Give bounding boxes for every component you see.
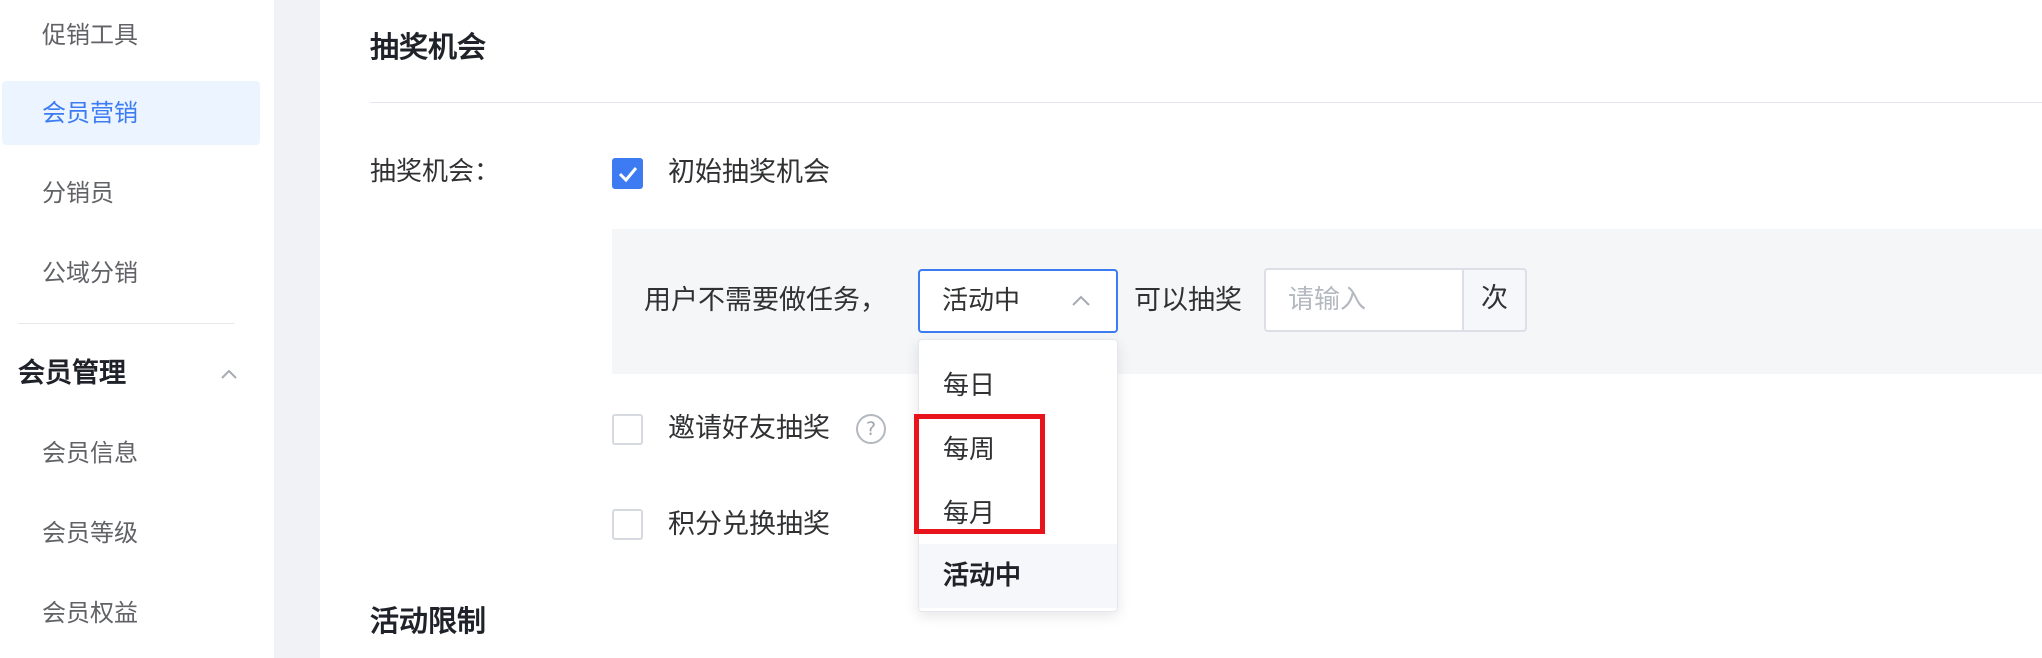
- sidebar: 促销工具 会员营销 分销员 公域分销 会员管理 会员信息 会员等级 会员权益: [0, 0, 274, 658]
- check-icon: [618, 167, 638, 183]
- sidebar-item-member-level[interactable]: 会员等级: [42, 516, 138, 550]
- invite-friend-label[interactable]: 邀请好友抽奖: [668, 411, 830, 447]
- section-title-activity-limits: 活动限制: [370, 604, 487, 638]
- period-select[interactable]: 活动中: [918, 269, 1118, 333]
- sidebar-item-member-info[interactable]: 会员信息: [42, 436, 138, 470]
- dropdown-option-during-activity[interactable]: 活动中: [919, 544, 1117, 608]
- question-circle-icon[interactable]: ?: [856, 414, 886, 444]
- sidebar-divider: [18, 323, 234, 324]
- points-exchange-checkbox[interactable]: [612, 509, 643, 540]
- period-select-value: 活动中: [942, 286, 1021, 316]
- can-draw-text: 可以抽奖: [1134, 285, 1242, 316]
- count-suffix: 次: [1462, 268, 1527, 332]
- chevron-up-icon: [1072, 295, 1090, 306]
- main-content: 抽奖机会 抽奖机会： 初始抽奖机会 用户不需要做任务， 活动中 可以抽奖 次 邀…: [320, 0, 2042, 658]
- section-title-lottery-chance: 抽奖机会: [370, 30, 487, 64]
- form-label-lottery-chance: 抽奖机会：: [370, 157, 501, 187]
- initial-chance-checkbox[interactable]: [612, 158, 643, 189]
- section-divider: [370, 102, 2042, 103]
- dropdown-option-daily[interactable]: 每日: [919, 354, 1117, 418]
- sidebar-item-public-distribution[interactable]: 公域分销: [42, 256, 138, 290]
- draw-count-input[interactable]: [1264, 268, 1464, 332]
- initial-chance-label[interactable]: 初始抽奖机会: [668, 155, 830, 191]
- layout-gap: [274, 0, 320, 658]
- points-exchange-label[interactable]: 积分兑换抽奖: [668, 507, 830, 543]
- annotation-highlight-box: [914, 414, 1045, 534]
- sidebar-item-distributor[interactable]: 分销员: [42, 176, 114, 210]
- invite-friend-checkbox[interactable]: [612, 414, 643, 445]
- sidebar-item-member-benefits[interactable]: 会员权益: [42, 596, 138, 630]
- sidebar-group-member-management[interactable]: 会员管理: [18, 356, 126, 392]
- sidebar-item-promotion-tools[interactable]: 促销工具: [42, 18, 138, 52]
- sidebar-item-member-marketing[interactable]: 会员营销: [42, 96, 138, 130]
- chevron-up-icon[interactable]: [218, 366, 240, 382]
- no-task-prefix-text: 用户不需要做任务，: [644, 285, 887, 316]
